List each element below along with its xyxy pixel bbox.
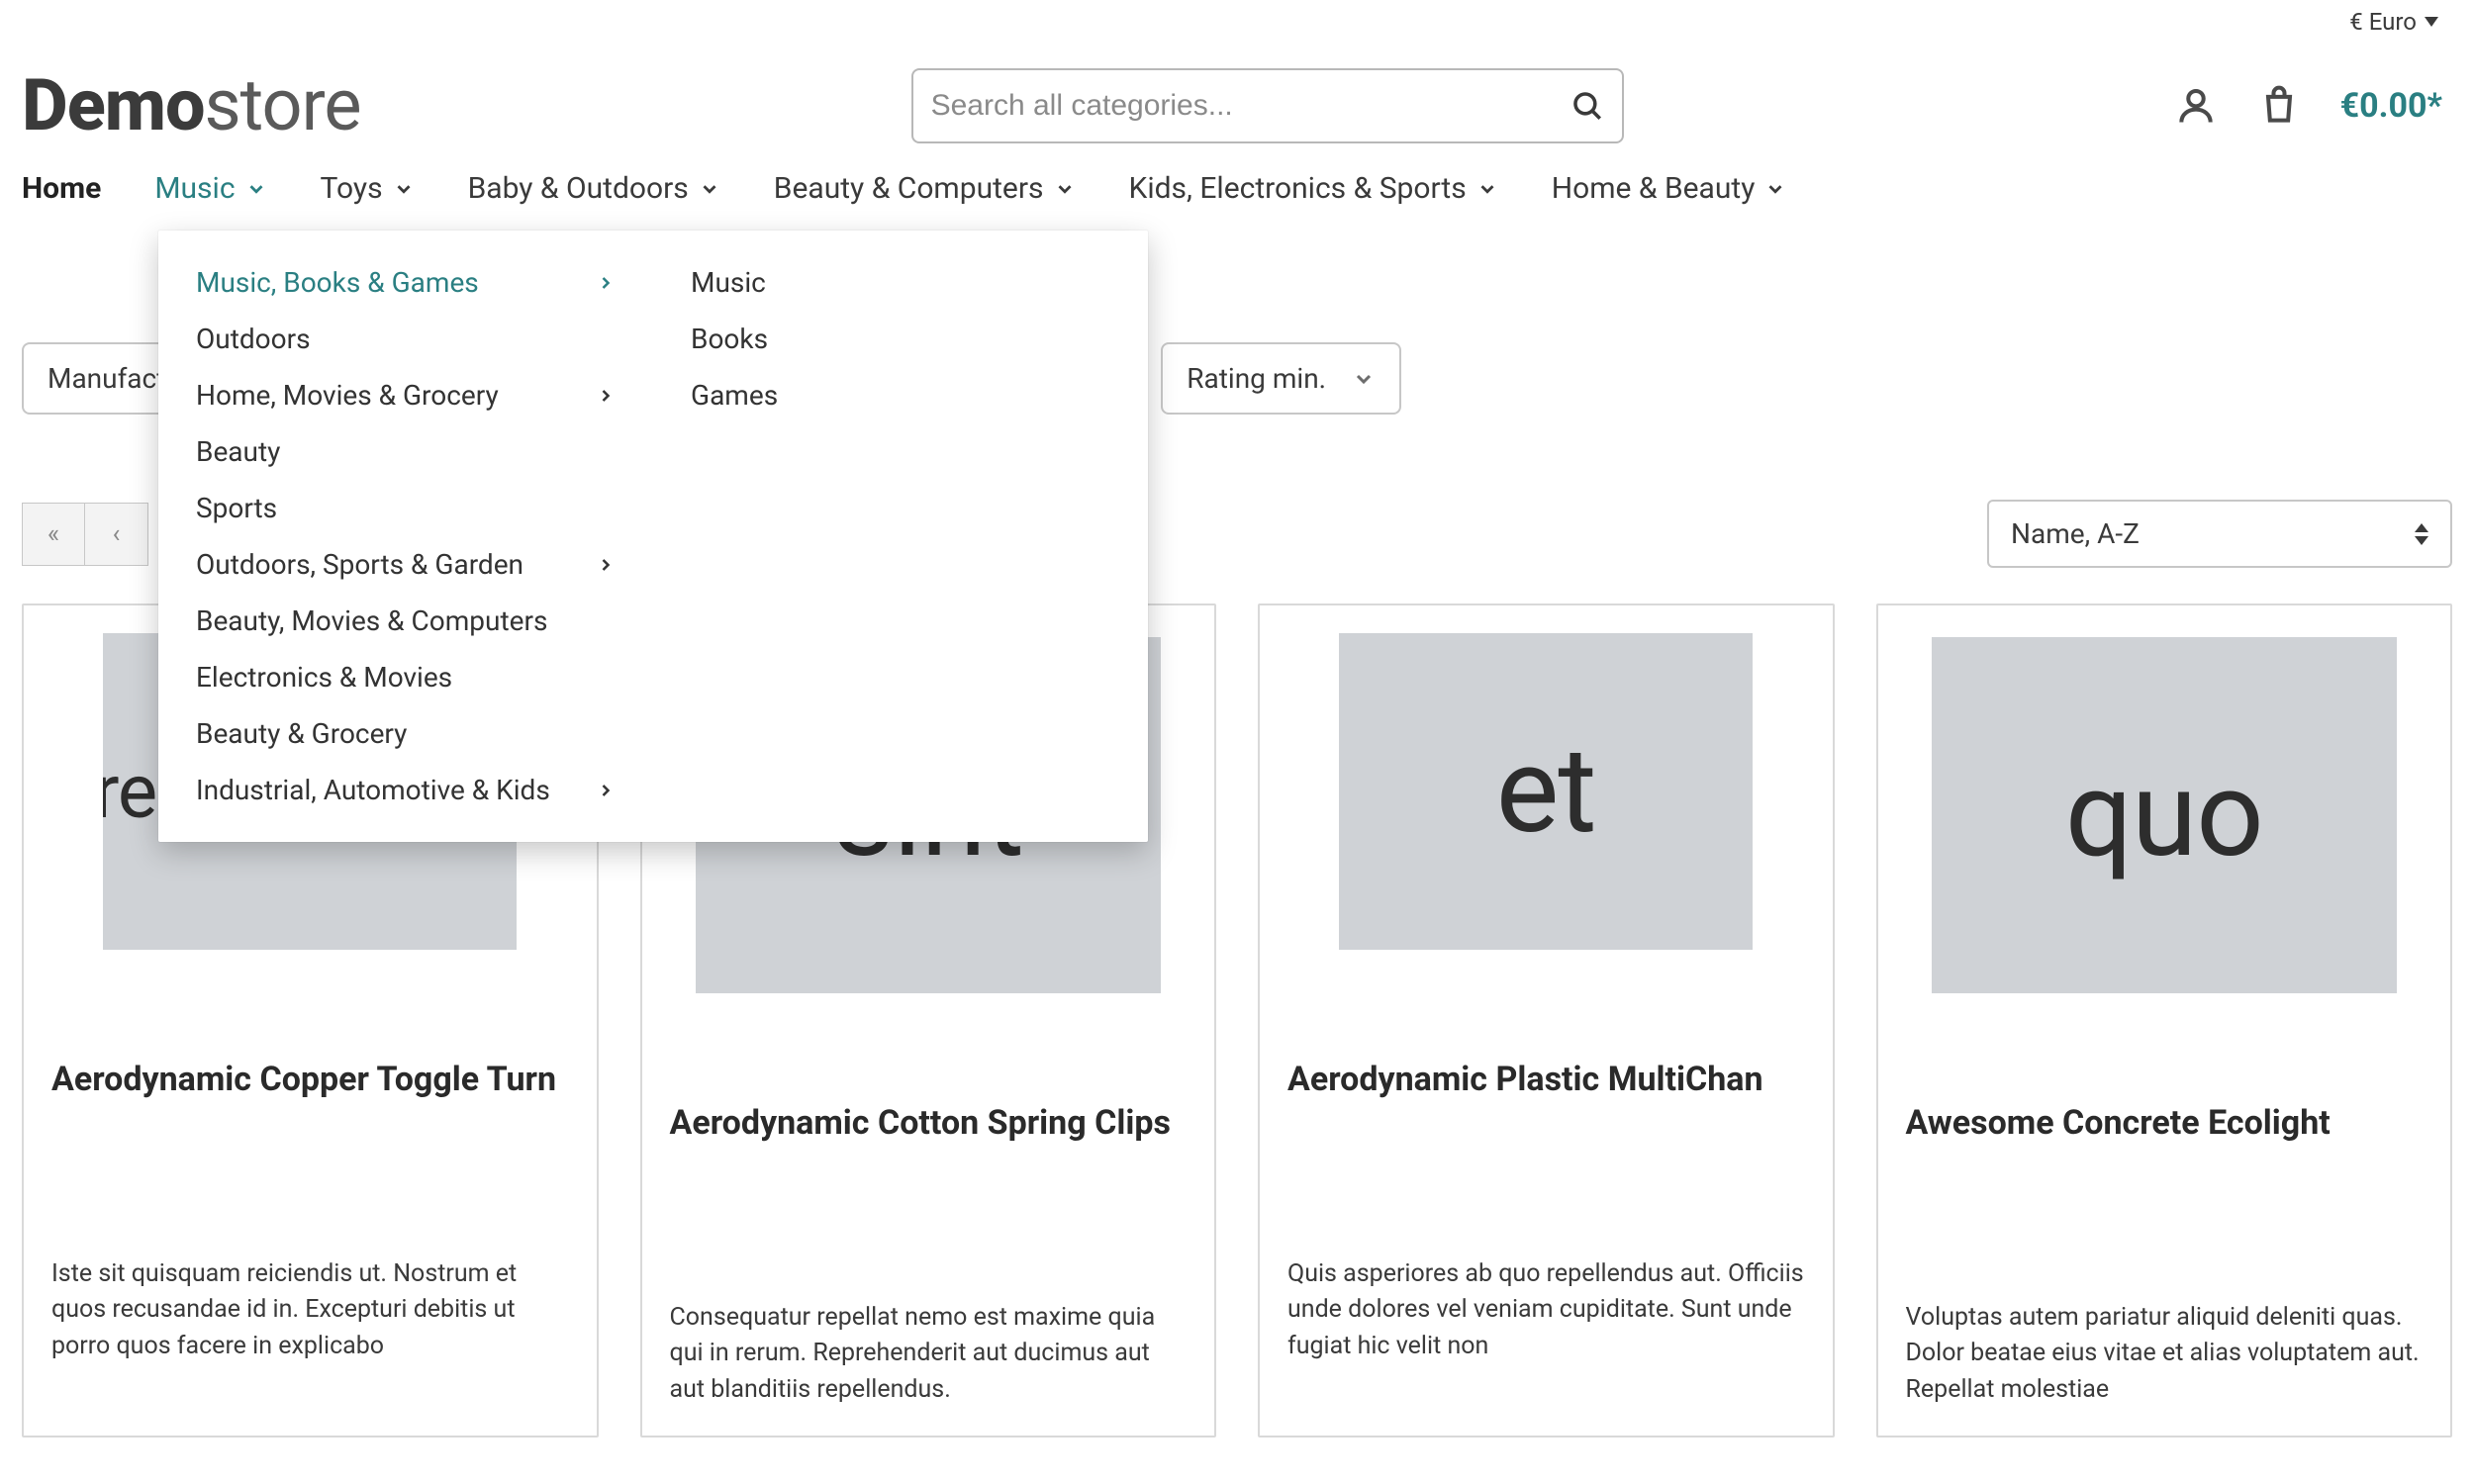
- pager: « ‹: [22, 503, 148, 566]
- chevron-right-icon: [596, 555, 616, 575]
- chevron-down-icon: [1054, 178, 1076, 200]
- account-icon[interactable]: [2174, 84, 2218, 128]
- product-image: et: [1339, 633, 1753, 950]
- dd-outdoors-sports-garden[interactable]: Outdoors, Sports & Garden: [158, 536, 653, 593]
- chevron-down-icon: [1352, 367, 1376, 391]
- dd-electronics-movies[interactable]: Electronics & Movies: [158, 649, 653, 705]
- logo-bold: Demo: [22, 63, 205, 147]
- nav-home-beauty[interactable]: Home & Beauty: [1552, 171, 1787, 206]
- chevron-right-icon: [596, 781, 616, 800]
- product-image: quo: [1932, 637, 2397, 993]
- cart-icon[interactable]: [2257, 84, 2301, 128]
- product-description: Quis asperiores ab quo repellendus aut. …: [1287, 1256, 1805, 1364]
- main-nav: Home Music Toys Baby & Outdoors Beauty &…: [16, 171, 2458, 224]
- product-title: Awesome Concrete Ecolight: [1906, 1102, 2424, 1191]
- dd-home-movies-grocery[interactable]: Home, Movies & Grocery: [158, 367, 653, 423]
- nav-toys[interactable]: Toys: [321, 171, 415, 206]
- nav-beauty-computers[interactable]: Beauty & Computers: [774, 171, 1076, 206]
- product-title: Aerodynamic Plastic MultiChan: [1287, 1059, 1805, 1148]
- store-logo[interactable]: Demostore: [22, 63, 361, 147]
- dropdown-col-right: Music Books Games: [653, 231, 1148, 842]
- product-card[interactable]: et Aerodynamic Plastic MultiChan Quis as…: [1258, 603, 1835, 1438]
- nav-music[interactable]: Music: [154, 171, 266, 206]
- sort-selected-label: Name, A-Z: [2011, 517, 2140, 550]
- nav-kids-electronics-sports[interactable]: Kids, Electronics & Sports: [1129, 171, 1498, 206]
- dd-sub-music[interactable]: Music: [653, 254, 1148, 311]
- chevron-down-icon: [245, 178, 267, 200]
- search-bar[interactable]: [911, 68, 1624, 143]
- product-title: Aerodynamic Copper Toggle Turn: [51, 1059, 569, 1148]
- pager-prev[interactable]: ‹: [85, 503, 148, 566]
- search-input[interactable]: [931, 89, 1570, 123]
- chevron-right-icon: [596, 386, 616, 406]
- dd-beauty-grocery[interactable]: Beauty & Grocery: [158, 705, 653, 762]
- product-title: Aerodynamic Cotton Spring Clips: [670, 1102, 1188, 1191]
- chevron-down-icon: [699, 178, 720, 200]
- product-description: Iste sit quisquam reiciendis ut. Nostrum…: [51, 1256, 569, 1364]
- cart-total[interactable]: €0.00*: [2340, 86, 2442, 126]
- dd-music-books-games[interactable]: Music, Books & Games: [158, 254, 653, 311]
- dd-beauty[interactable]: Beauty: [158, 423, 653, 480]
- dd-beauty-movies-computers[interactable]: Beauty, Movies & Computers: [158, 593, 653, 649]
- currency-label: € Euro: [2349, 8, 2417, 36]
- nav-dropdown: Music, Books & Games Outdoors Home, Movi…: [158, 231, 1148, 842]
- chevron-right-icon: [596, 273, 616, 293]
- chevron-down-icon: [1764, 178, 1786, 200]
- filter-rating-min[interactable]: Rating min.: [1161, 342, 1401, 415]
- product-description: Consequatur repellat nemo est maxime qui…: [670, 1300, 1188, 1408]
- caret-down-icon: [2425, 17, 2438, 27]
- dd-outdoors[interactable]: Outdoors: [158, 311, 653, 367]
- dropdown-col-left: Music, Books & Games Outdoors Home, Movi…: [158, 231, 653, 842]
- dd-sub-books[interactable]: Books: [653, 311, 1148, 367]
- product-description: Voluptas autem pariatur aliquid deleniti…: [1906, 1300, 2424, 1408]
- dd-sub-games[interactable]: Games: [653, 367, 1148, 423]
- nav-home[interactable]: Home: [22, 171, 101, 206]
- currency-selector[interactable]: € Euro: [2349, 8, 2438, 36]
- chevron-down-icon: [1476, 178, 1498, 200]
- search-icon[interactable]: [1570, 89, 1604, 123]
- chevron-down-icon: [393, 178, 415, 200]
- sort-caret-icon: [2415, 523, 2428, 545]
- logo-light: store: [205, 63, 361, 147]
- dd-industrial-automotive-kids[interactable]: Industrial, Automotive & Kids: [158, 762, 653, 818]
- nav-baby-outdoors[interactable]: Baby & Outdoors: [468, 171, 720, 206]
- product-card[interactable]: quo Awesome Concrete Ecolight Voluptas a…: [1876, 603, 2453, 1438]
- dd-sports[interactable]: Sports: [158, 480, 653, 536]
- pager-first[interactable]: «: [22, 503, 85, 566]
- sort-select[interactable]: Name, A-Z: [1987, 500, 2452, 568]
